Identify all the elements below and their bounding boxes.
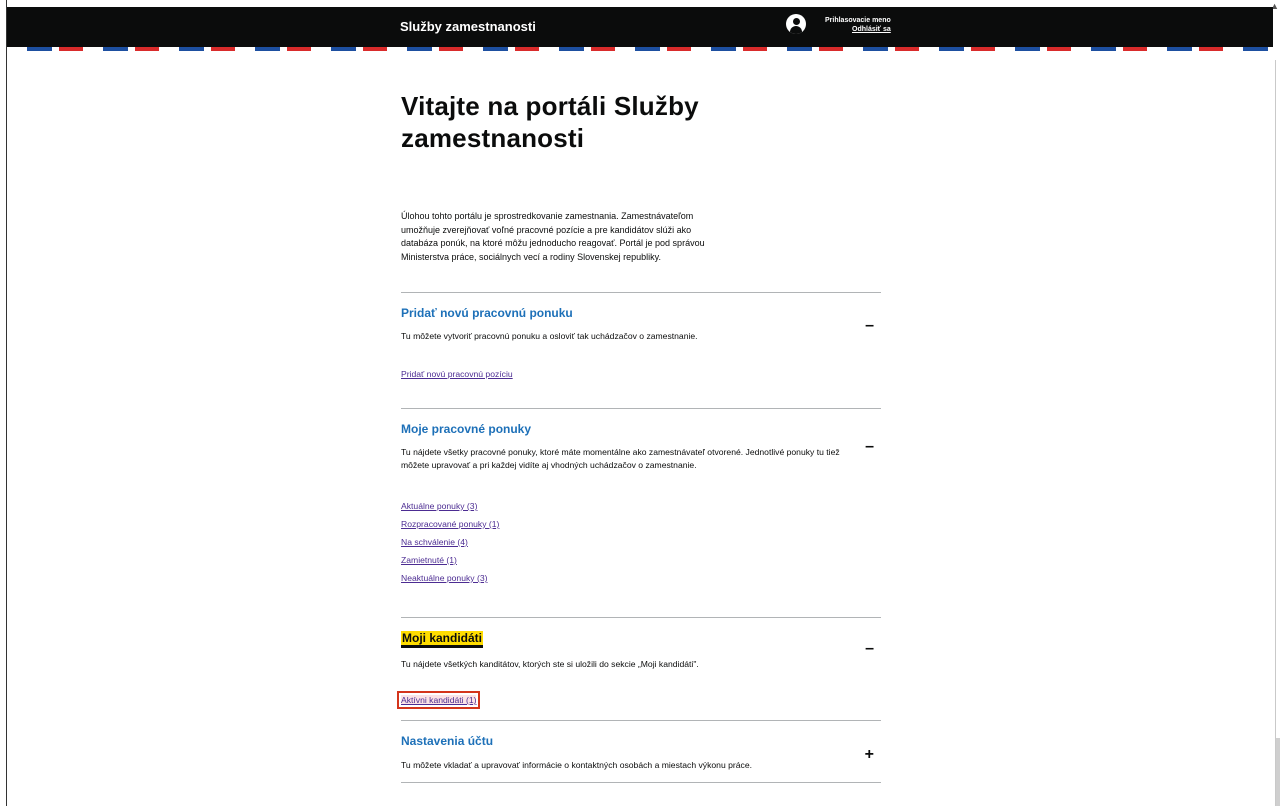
link-rejected-offers[interactable]: Zamietnuté (1): [401, 555, 457, 565]
section-account-settings: Nastavenia účtu + Tu môžete vkladať a up…: [401, 720, 881, 783]
link-active-candidates[interactable]: Aktívni kandidáti (1): [396, 691, 481, 709]
section-title-account-settings[interactable]: Nastavenia účtu: [401, 734, 493, 748]
section-description: Tu môžete vytvoriť pracovnú ponuku a osl…: [401, 331, 698, 341]
scrollbar-thumb[interactable]: [1276, 738, 1280, 806]
flag-stripe-divider: [7, 47, 1273, 51]
section-my-job-offers: Moje pracovné ponuky – Tu nájdete všetky…: [401, 408, 881, 618]
section-title-my-job-offers[interactable]: Moje pracovné ponuky: [401, 422, 531, 436]
link-inactive-offers[interactable]: Neaktuálne ponuky (3): [401, 573, 487, 583]
site-brand-link[interactable]: Služby zamestnanosti: [400, 19, 536, 34]
link-add-job-position[interactable]: Pridať novú pracovnú pozíciu: [401, 369, 513, 379]
section-my-candidates: Moji kandidáti – Tu nájdete všetkých kan…: [396, 617, 881, 721]
section-description: Tu nájdete všetky pracovné ponuky, ktoré…: [401, 447, 840, 470]
logout-link[interactable]: Odhlásiť sa: [852, 26, 891, 33]
link-pending-approval[interactable]: Na schválenie (4): [401, 537, 468, 547]
section-divider: [401, 782, 881, 783]
window-right-border: [1275, 60, 1276, 806]
section-description: Tu môžete vkladať a upravovať informácie…: [401, 760, 753, 770]
section-title-add-job-offer[interactable]: Pridať novú pracovnú ponuku: [401, 306, 573, 320]
page-title: Vitajte na portáli Služby zamestnanosti: [401, 91, 699, 153]
expand-icon[interactable]: +: [865, 747, 874, 763]
link-current-offers[interactable]: Aktuálne ponuky (3): [401, 501, 477, 511]
collapse-icon[interactable]: –: [865, 318, 874, 334]
window-left-border: [6, 0, 7, 806]
intro-paragraph: Úlohou tohto portálu je sprostredkovanie…: [401, 211, 705, 262]
section-title-my-candidates[interactable]: Moji kandidáti: [401, 631, 484, 645]
collapse-icon[interactable]: –: [865, 641, 874, 657]
collapse-icon[interactable]: –: [865, 439, 874, 455]
section-description: Tu nájdete všetkých kanditátov, ktorých …: [401, 659, 699, 669]
top-navigation-bar: Služby zamestnanosti Prihlasovacie meno …: [7, 7, 1273, 47]
user-avatar-icon[interactable]: [786, 14, 806, 34]
main-content: Vitajte na portáli Služby zamestnanosti …: [401, 90, 881, 264]
user-name-label: Prihlasovacie meno: [825, 17, 891, 24]
section-add-job-offer: Pridať novú pracovnú ponuku – Tu môžete …: [401, 292, 881, 409]
link-draft-offers[interactable]: Rozpracované ponuky (1): [401, 519, 499, 529]
